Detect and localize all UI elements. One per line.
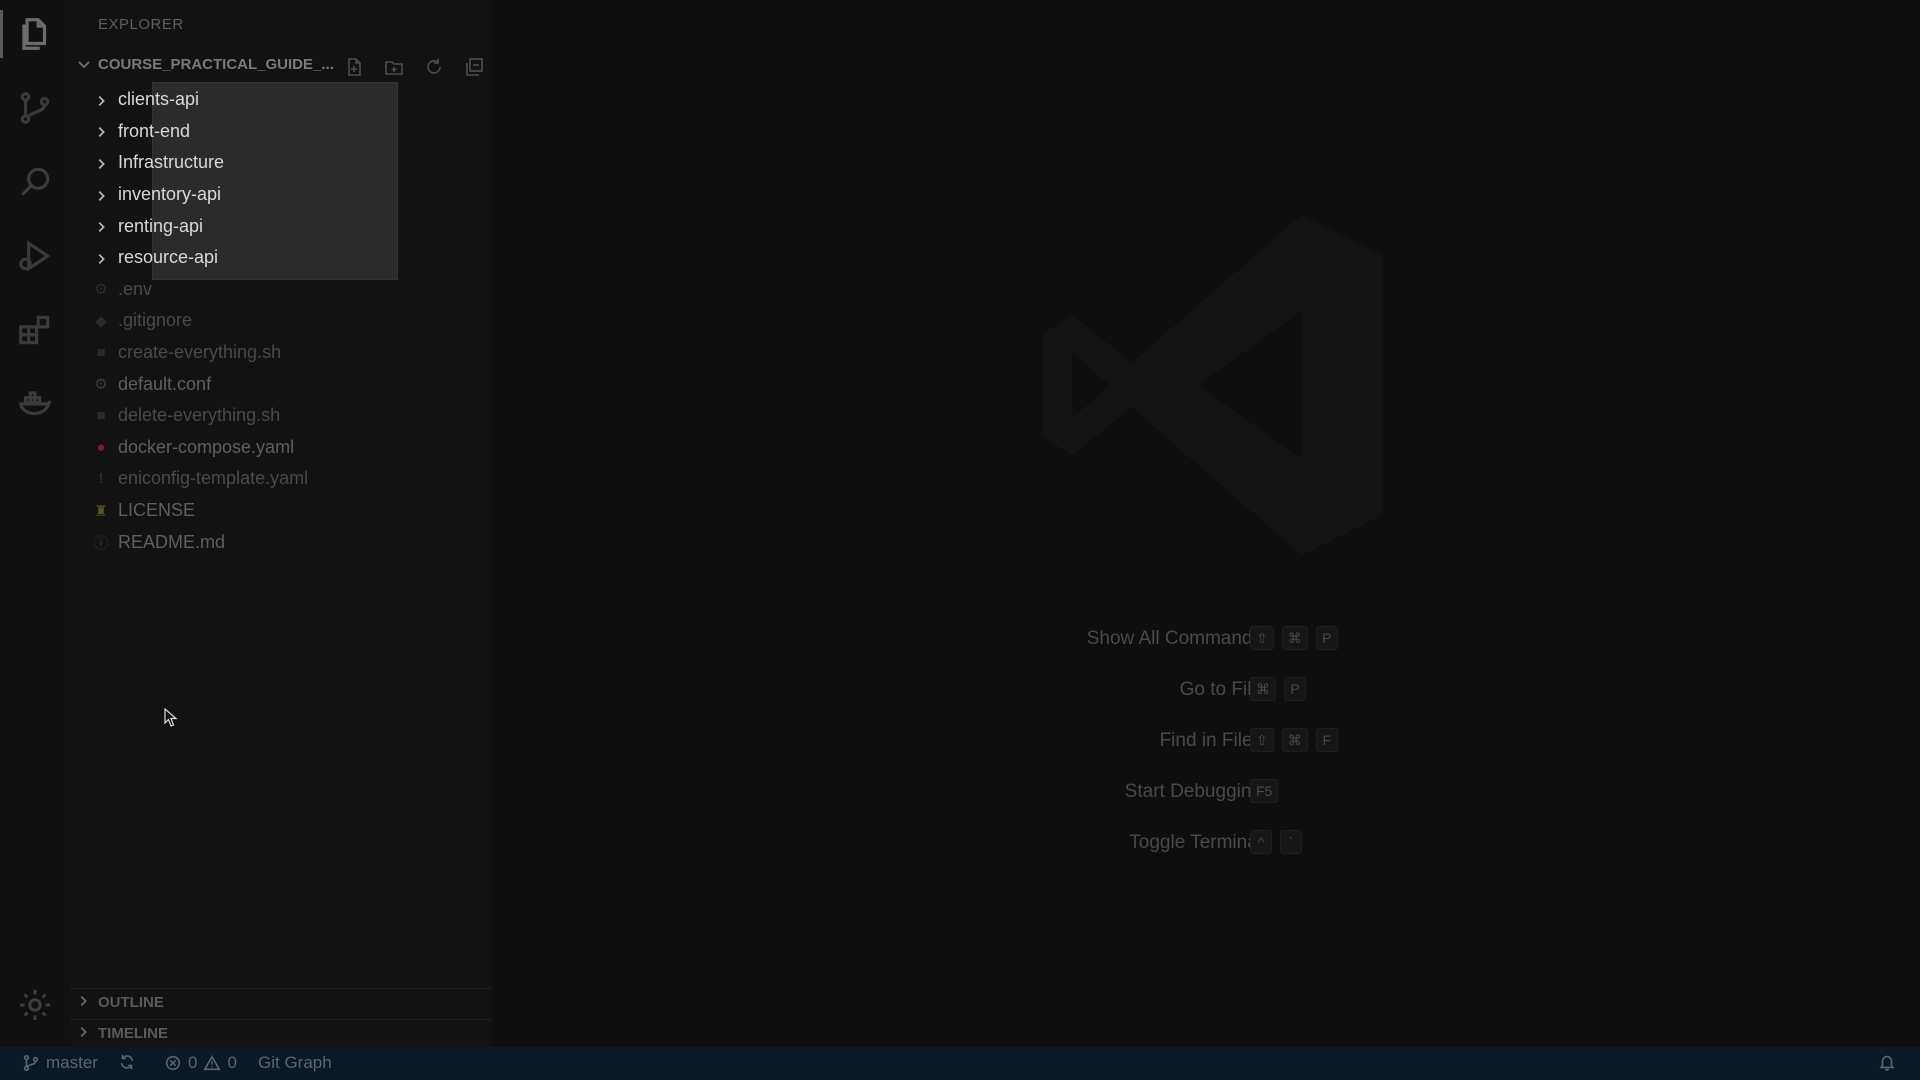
mouse-cursor-icon (164, 708, 178, 727)
keycap: F (1315, 728, 1338, 752)
explorer-icon[interactable] (0, 4, 70, 64)
shortcut-row: Show All Commands ⇧ ⌘ P (492, 624, 1920, 654)
key-combo: F5 (1250, 779, 1279, 803)
key-combo: ⇧ ⌘ F (1250, 728, 1338, 752)
keycap: ⌘ (1281, 728, 1308, 752)
chevron-right-icon (94, 92, 110, 108)
error-icon (165, 1055, 181, 1071)
info-icon: ⓘ (93, 534, 109, 552)
keycap: P (1315, 626, 1338, 650)
shortcut-row: Toggle Terminal ^ ` (492, 828, 1920, 858)
tree-file[interactable]: ⓘ README.md (70, 526, 492, 558)
keycap: ⌘ (1250, 677, 1276, 701)
key-combo: ⇧ ⌘ P (1250, 626, 1338, 650)
warning-icon (203, 1055, 222, 1071)
tree-file[interactable]: ♜ LICENSE (70, 495, 492, 527)
workspace-folder-header[interactable]: COURSE_PRACTICAL_GUIDE_... (70, 54, 492, 80)
key-combo: ^ ` (1250, 830, 1302, 854)
extensions-icon[interactable] (0, 300, 70, 360)
tree-folder[interactable]: Infrastructure (70, 147, 492, 179)
docker-icon: ● (96, 438, 106, 456)
notifications-button[interactable] (1878, 1053, 1896, 1071)
license-icon: ♜ (94, 502, 108, 520)
new-file-icon[interactable] (340, 54, 368, 80)
chevron-right-icon (94, 218, 110, 234)
timeline-section-header[interactable]: TIMELINE (70, 1019, 492, 1048)
terminal-icon: ■ (96, 344, 106, 362)
activity-bar (0, 0, 70, 1047)
tree-file[interactable]: ! eniconfig-template.yaml (70, 463, 492, 495)
status-bar: master 0 0 Git Graph (0, 1047, 1920, 1080)
chevron-right-icon (94, 123, 110, 139)
sync-button[interactable] (118, 1053, 136, 1071)
vscode-logo-watermark-icon (1042, 214, 1384, 556)
run-debug-icon[interactable] (0, 226, 70, 286)
chevron-right-icon (94, 155, 110, 171)
collapse-all-icon[interactable] (460, 54, 488, 80)
git-diamond-icon: ◆ (95, 312, 107, 330)
explorer-sidebar: EXPLORER COURSE_PRACTICAL_GUIDE_... clie… (70, 0, 492, 1047)
tree-file[interactable]: ■ create-everything.sh (70, 337, 492, 369)
terminal-icon: ■ (96, 407, 106, 425)
chevron-right-icon (94, 187, 110, 203)
shortcut-row: Start Debugging F5 (492, 777, 1920, 807)
keycap: ^ (1250, 830, 1272, 854)
gear-icon: ⚙ (94, 281, 108, 299)
keycap: P (1284, 677, 1306, 701)
keycap: ⌘ (1281, 626, 1308, 650)
editor-area[interactable]: Show All Commands ⇧ ⌘ P Go to File ⌘ P F… (492, 0, 1920, 1047)
tree-folder[interactable]: front-end (70, 116, 492, 148)
chevron-down-icon (76, 56, 94, 74)
new-folder-icon[interactable] (380, 54, 408, 80)
git-branch-icon (23, 1054, 39, 1072)
search-icon[interactable] (0, 152, 70, 212)
file-tree: clients-api front-end Infrastructure inv… (70, 84, 492, 558)
tree-folder[interactable]: inventory-api (70, 179, 492, 211)
keycap: ⇧ (1250, 626, 1274, 650)
sync-icon (120, 1054, 134, 1070)
branch-indicator[interactable]: master (22, 1053, 98, 1073)
tree-folder[interactable]: clients-api (70, 84, 492, 116)
tree-file[interactable]: ■ delete-everything.sh (70, 400, 492, 432)
chevron-right-icon (76, 1025, 92, 1041)
tree-file[interactable]: ⚙ .env (70, 274, 492, 306)
docker-icon[interactable] (0, 374, 70, 434)
tree-file[interactable]: ◆ .gitignore (70, 305, 492, 337)
shortcut-row: Go to File ⌘ P (492, 675, 1920, 705)
keycap: ⇧ (1250, 728, 1274, 752)
refresh-icon[interactable] (420, 54, 448, 80)
sidebar-title: EXPLORER (98, 16, 184, 33)
git-graph-button[interactable]: Git Graph (258, 1053, 332, 1073)
chevron-right-icon (94, 250, 110, 266)
source-control-icon[interactable] (0, 78, 70, 138)
keycap: ` (1280, 830, 1302, 854)
key-combo: ⌘ P (1250, 677, 1306, 701)
gear-icon: ⚙ (94, 376, 108, 394)
folder-actions (340, 54, 488, 80)
settings-gear-icon[interactable] (0, 980, 70, 1030)
keycap: F5 (1250, 779, 1279, 803)
outline-section-header[interactable]: OUTLINE (70, 988, 492, 1017)
problems-indicator[interactable]: 0 0 (164, 1053, 237, 1073)
tree-folder[interactable]: renting-api (70, 210, 492, 242)
tree-file[interactable]: ● docker-compose.yaml (70, 432, 492, 464)
shortcut-row: Find in Files ⇧ ⌘ F (492, 726, 1920, 756)
bell-icon (1879, 1055, 1895, 1071)
tree-file[interactable]: ⚙ default.conf (70, 368, 492, 400)
chevron-right-icon (76, 994, 92, 1010)
exclamation-icon: ! (98, 470, 104, 488)
tree-folder[interactable]: resource-api (70, 242, 492, 274)
